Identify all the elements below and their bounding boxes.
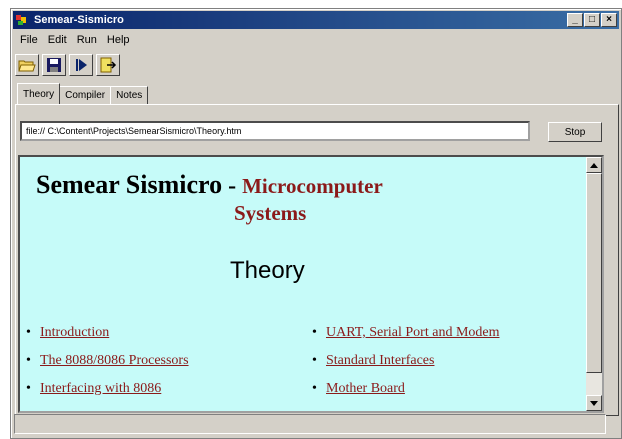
- menu-edit[interactable]: Edit: [43, 34, 72, 46]
- page-subtitle: Theory: [230, 257, 305, 284]
- tab-strip: Theory Compiler Notes: [17, 83, 149, 104]
- scroll-thumb[interactable]: [586, 173, 602, 373]
- link-standard-interfaces[interactable]: Standard Interfaces: [326, 353, 434, 369]
- bullet-icon: •: [312, 325, 317, 340]
- exit-icon: [100, 57, 117, 73]
- link-mother-board[interactable]: Mother Board: [326, 381, 405, 397]
- menu-file[interactable]: File: [15, 34, 43, 46]
- app-icon: [16, 14, 30, 26]
- scroll-up-button[interactable]: [586, 157, 602, 173]
- page-title-sub-2: Systems: [234, 200, 307, 225]
- open-folder-icon: [18, 60, 36, 72]
- tab-compiler[interactable]: Compiler: [59, 86, 112, 104]
- content-view[interactable]: Semear Sismicro - Microcomputer Systems …: [18, 155, 604, 413]
- arrow-up-icon: [590, 162, 598, 168]
- page-heading: Semear Sismicro - Microcomputer Systems: [36, 169, 566, 226]
- tab-theory[interactable]: Theory: [17, 83, 61, 104]
- bullet-icon: •: [312, 353, 317, 368]
- list-item: • The 8088/8086 Processors: [26, 347, 189, 375]
- link-list-left: • Introduction • The 8088/8086 Processors …: [26, 319, 189, 403]
- link-interfacing[interactable]: Interfacing with 8086: [40, 381, 161, 397]
- open-folder-button[interactable]: [15, 54, 39, 76]
- list-item: • Standard Interfaces: [312, 347, 500, 375]
- list-item: • Mother Board: [312, 375, 500, 403]
- toolbar: [15, 52, 120, 78]
- link-processors[interactable]: The 8088/8086 Processors: [40, 353, 189, 369]
- title-bar[interactable]: Semear-Sismicro _ □ ×: [13, 11, 619, 29]
- status-bar: [14, 414, 606, 434]
- window-title: Semear-Sismicro: [34, 14, 124, 26]
- title-dash: -: [222, 173, 243, 199]
- list-item: • Introduction: [26, 319, 189, 347]
- page-title-sub: Microcomputer: [242, 174, 383, 198]
- close-button[interactable]: ×: [601, 13, 617, 27]
- page-title: Semear Sismicro: [36, 170, 223, 199]
- menu-run[interactable]: Run: [72, 34, 102, 46]
- stop-button[interactable]: Stop: [548, 122, 602, 142]
- save-button[interactable]: [42, 54, 66, 76]
- run-icon: [76, 59, 87, 71]
- address-input[interactable]: [20, 121, 530, 141]
- save-icon: [47, 58, 61, 72]
- bullet-icon: •: [26, 325, 31, 340]
- run-button[interactable]: [69, 54, 93, 76]
- vertical-scrollbar[interactable]: [586, 157, 602, 411]
- arrow-down-icon: [590, 400, 598, 406]
- bullet-icon: •: [26, 381, 31, 396]
- exit-button[interactable]: [96, 54, 120, 76]
- scroll-down-button[interactable]: [586, 395, 602, 411]
- link-list-right: • UART, Serial Port and Modem • Standard I…: [312, 319, 500, 403]
- bullet-icon: •: [312, 381, 317, 396]
- list-item: • Interfacing with 8086: [26, 375, 189, 403]
- link-uart[interactable]: UART, Serial Port and Modem: [326, 325, 500, 341]
- minimize-button[interactable]: _: [567, 13, 583, 27]
- bullet-icon: •: [26, 353, 31, 368]
- link-introduction[interactable]: Introduction: [40, 325, 109, 341]
- menu-help[interactable]: Help: [102, 34, 135, 46]
- list-item: • UART, Serial Port and Modem: [312, 319, 500, 347]
- tab-notes[interactable]: Notes: [110, 86, 149, 104]
- maximize-button[interactable]: □: [584, 13, 600, 27]
- menu-bar: File Edit Run Help: [15, 31, 135, 49]
